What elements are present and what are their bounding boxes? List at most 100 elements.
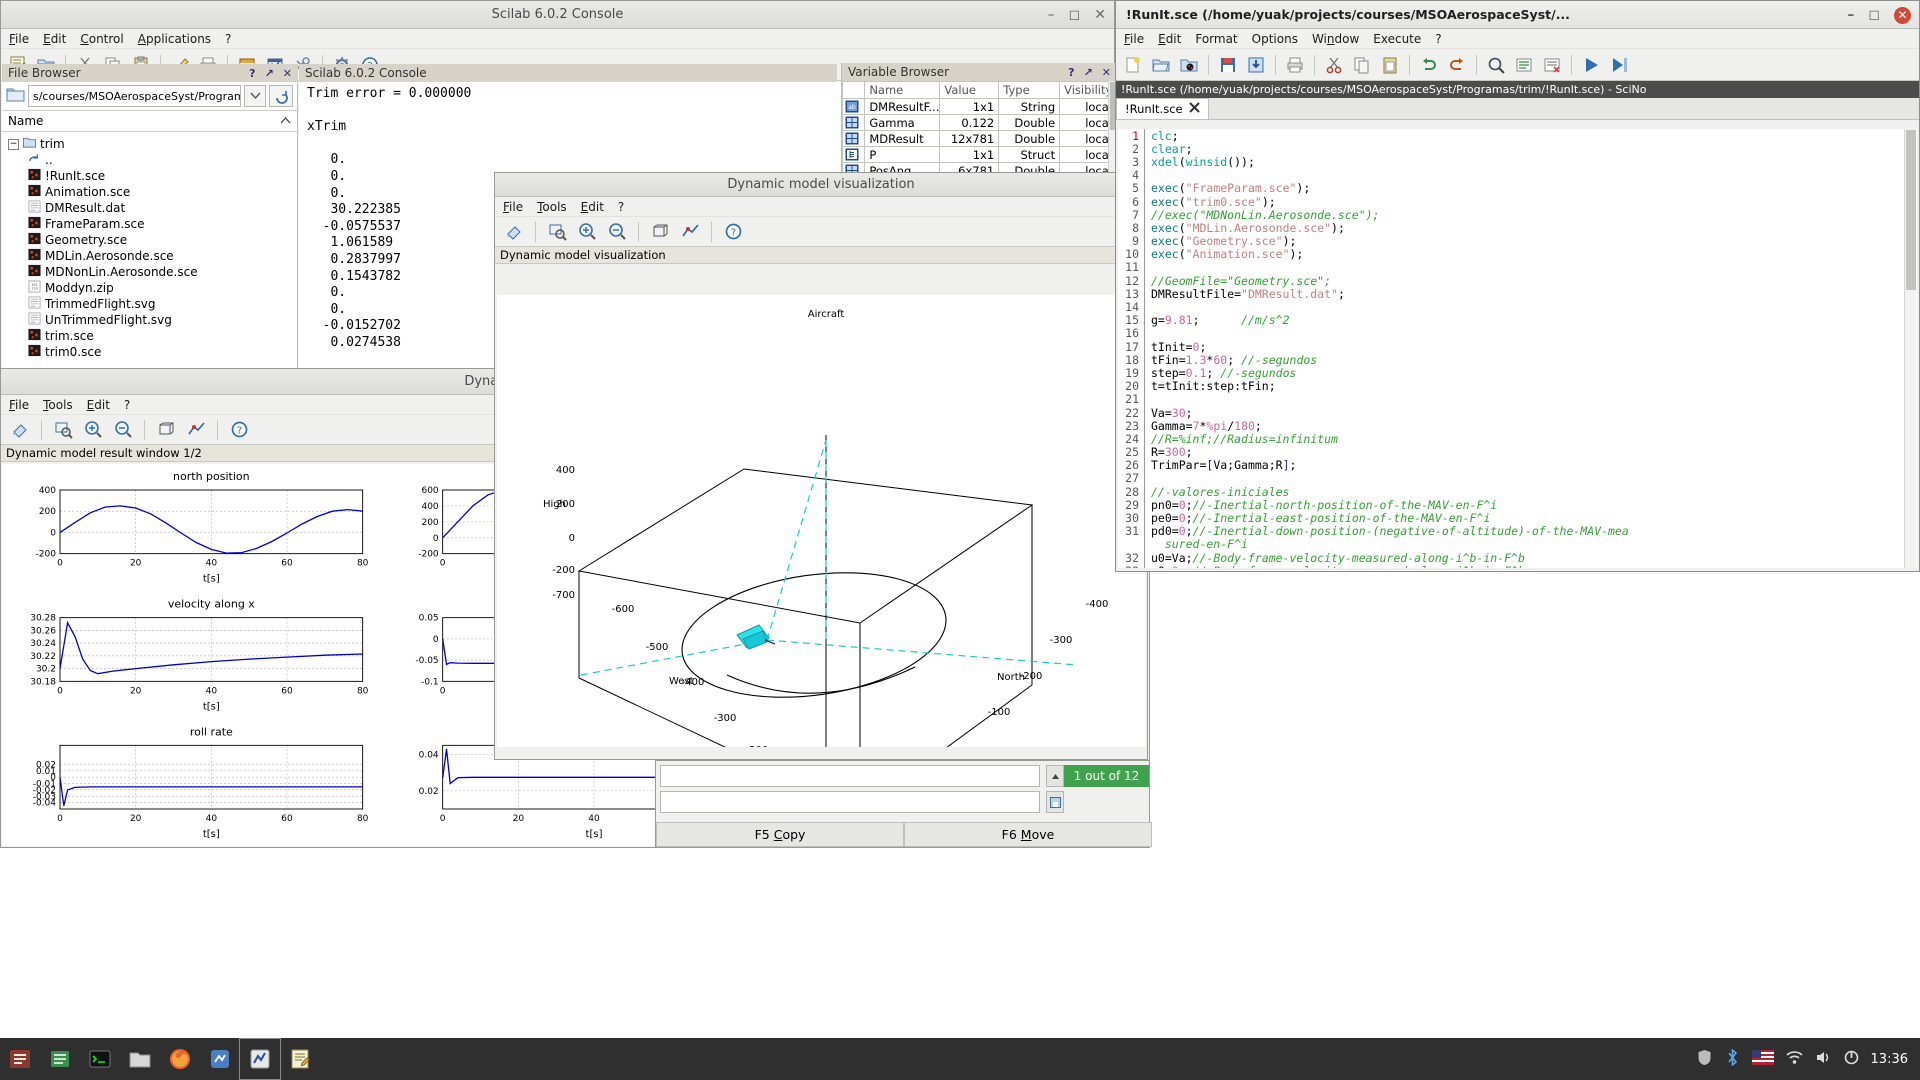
code-line[interactable]: 7 //exec("MDNonLin.Aerosonde.sce"); bbox=[1118, 208, 1917, 222]
taskbar[interactable]: 13:36 bbox=[0, 1038, 1920, 1080]
file-tree-item[interactable]: MDLin.Aerosonde.sce bbox=[28, 248, 297, 264]
menu-edit[interactable]: Edit bbox=[1158, 32, 1181, 46]
menu-icon[interactable] bbox=[0, 1039, 40, 1079]
menu-execute[interactable]: Execute bbox=[1373, 32, 1421, 46]
code-line[interactable]: 12 //GeomFile="Geometry.sce"; bbox=[1118, 274, 1917, 288]
console-titlebar[interactable]: Scilab 6.0.2 Console – ◻ ✕ bbox=[1, 1, 1114, 29]
scinotes-code-editor[interactable]: 1 clc; 2 clear; 3 xdel(winsid()); 4 5 exec("Fram… bbox=[1118, 129, 1917, 568]
viz-plot-canvas[interactable]: Aircraft 400 200 0 -200 -700 High -600 -… bbox=[497, 295, 1145, 838]
code-line[interactable]: 3 xdel(winsid()); bbox=[1118, 155, 1917, 169]
scinotes-icon[interactable] bbox=[280, 1039, 320, 1079]
menu-window[interactable]: Window bbox=[1312, 32, 1359, 46]
refresh-button[interactable] bbox=[269, 85, 293, 107]
chart-3[interactable]: velocity along x 0 20 40 60 80 30.18 30.2 30.22 3… bbox=[30, 598, 368, 713]
undo-icon[interactable] bbox=[1416, 52, 1442, 78]
menu-options[interactable]: Options bbox=[1252, 32, 1298, 46]
scinotes-tabstrip[interactable]: !RunIt.sce bbox=[1116, 98, 1919, 120]
menu-help[interactable]: ? bbox=[618, 200, 624, 214]
code-line[interactable]: 22 Va=30; bbox=[1118, 406, 1917, 420]
code-line[interactable]: 23 Gamma=7*%pi/180; bbox=[1118, 419, 1917, 433]
tree-collapse-toggle[interactable]: − bbox=[8, 138, 19, 150]
menu-file[interactable]: File bbox=[9, 398, 29, 412]
code-line[interactable]: 24 //R=%inf;//Radius=infinitum bbox=[1118, 432, 1917, 446]
scinotes-close-button[interactable]: ✕ bbox=[1894, 6, 1911, 24]
file-browser-help-button[interactable]: ? bbox=[249, 67, 255, 80]
file-tree-item[interactable]: DMResult.dat bbox=[28, 200, 297, 216]
scinotes-scrollbar[interactable] bbox=[1904, 129, 1916, 568]
code-line[interactable]: 32 u0=Va;//-Body-frame-velocity-measured-… bbox=[1118, 551, 1917, 565]
chart-6[interactable]: roll rate0 20 40 60 80-0.04-0.03-0.02-0.0100… bbox=[33, 725, 369, 840]
variable-table-row[interactable]: Gamma 0.122 Double local bbox=[842, 114, 1117, 131]
file-browser-panel[interactable]: s/courses/MSOAerospaceSyst/Programas/tri… bbox=[2, 82, 298, 378]
zoom-in-icon[interactable] bbox=[574, 219, 600, 245]
file-tree-item[interactable]: Geometry.sce bbox=[28, 232, 297, 248]
power-icon[interactable] bbox=[1844, 1050, 1859, 1069]
app-icon[interactable] bbox=[200, 1039, 240, 1079]
viz-titlebar[interactable]: Dynamic model visualization – bbox=[495, 173, 1147, 197]
save-icon[interactable] bbox=[1215, 52, 1241, 78]
close-tab-icon[interactable] bbox=[1188, 102, 1200, 116]
network-icon[interactable] bbox=[1785, 1050, 1803, 1069]
files-icon[interactable] bbox=[40, 1039, 80, 1079]
scinotes-toolbar[interactable] bbox=[1116, 49, 1919, 81]
menu-help[interactable]: ? bbox=[124, 398, 130, 412]
file-tree-item[interactable]: trim0.sce bbox=[28, 344, 297, 360]
file-tree-item[interactable]: Animation.sce bbox=[28, 184, 297, 200]
system-tray[interactable]: 13:36 bbox=[1696, 1047, 1920, 1070]
file-tree[interactable]: − trim .. !RunIt.sce Animation.sce DMResult… bbox=[2, 132, 297, 360]
code-line[interactable]: 31 pd0=0;//-Inertial-down-position-(negat… bbox=[1118, 524, 1917, 538]
variable-table[interactable]: Name Value Type Visibility ab DMResultF... 1x… bbox=[842, 81, 1117, 179]
file-browser-undock-button[interactable]: ↗ bbox=[265, 67, 274, 80]
help-icon[interactable]: ? bbox=[720, 219, 746, 245]
file-browser-column-header[interactable]: Name bbox=[2, 110, 297, 132]
file-tree-item[interactable]: MDNonLin.Aerosonde.sce bbox=[28, 264, 297, 280]
tab-runit-sce[interactable]: !RunIt.sce bbox=[1116, 98, 1209, 119]
code-line[interactable]: 2 clear; bbox=[1118, 142, 1917, 156]
dialog-save-icon[interactable] bbox=[1046, 791, 1064, 813]
console-menubar[interactable]: File Edit Control Applications ? bbox=[1, 29, 1114, 49]
scinotes-maximize-button[interactable]: ◻ bbox=[1868, 7, 1880, 23]
scinotes-minimize-button[interactable]: – bbox=[1847, 7, 1854, 23]
cut-icon[interactable] bbox=[1321, 52, 1347, 78]
code-line[interactable]: 27 bbox=[1118, 471, 1917, 485]
dialog-scroll-up-button[interactable] bbox=[1046, 765, 1064, 787]
sort-chevron-icon[interactable] bbox=[280, 114, 291, 128]
uncomment-icon[interactable] bbox=[1539, 52, 1565, 78]
execute-file-icon[interactable] bbox=[1606, 52, 1632, 78]
new-file-icon[interactable] bbox=[1120, 52, 1146, 78]
code-line[interactable]: 16 bbox=[1118, 326, 1917, 340]
3d-rotation-icon[interactable] bbox=[153, 417, 179, 443]
bluetooth-icon[interactable] bbox=[1725, 1047, 1740, 1070]
variable-table-row[interactable]: P 1x1 Struct local bbox=[842, 146, 1117, 163]
open-scilab-file-icon[interactable] bbox=[1176, 52, 1202, 78]
new-figure-icon[interactable] bbox=[501, 219, 527, 245]
file-browser-close-button[interactable]: ✕ bbox=[283, 67, 292, 80]
menu-control[interactable]: Control bbox=[80, 32, 123, 46]
open-file-icon[interactable] bbox=[1148, 52, 1174, 78]
help-icon[interactable]: ? bbox=[226, 417, 252, 443]
path-dropdown-button[interactable] bbox=[244, 85, 266, 107]
file-tree-item[interactable]: TrimmedFlight.svg bbox=[28, 296, 297, 312]
file-tree-item[interactable]: trim.sce bbox=[28, 328, 297, 344]
f6-move-button[interactable]: F6 Move bbox=[904, 822, 1152, 847]
variable-column-header[interactable]: Name bbox=[864, 81, 941, 99]
minimize-button[interactable]: – bbox=[1048, 7, 1055, 23]
flag-icon[interactable] bbox=[1751, 1049, 1774, 1069]
code-line[interactable]: 18 tFin=1.3*60; //-segundos bbox=[1118, 353, 1917, 367]
menu-tools[interactable]: Tools bbox=[43, 398, 73, 412]
volume-icon[interactable] bbox=[1815, 1050, 1832, 1069]
zoom-out-icon[interactable] bbox=[110, 417, 136, 443]
new-figure-icon[interactable] bbox=[7, 417, 33, 443]
maximize-button[interactable]: ◻ bbox=[1069, 7, 1081, 23]
menu-format[interactable]: Format bbox=[1195, 32, 1237, 46]
code-line[interactable]: 20 t=tInit:step:tFin; bbox=[1118, 379, 1917, 393]
close-button[interactable]: ✕ bbox=[1094, 7, 1106, 23]
code-line[interactable]: 26 TrimPar=[Va;Gamma;R]; bbox=[1118, 458, 1917, 472]
scinotes-window[interactable]: !RunIt.sce (/home/yuak/projects/courses/… bbox=[1115, 0, 1920, 572]
code-line[interactable]: 33 v0=0; //-Body-frame-velocity-measured-… bbox=[1118, 564, 1917, 568]
menu-file[interactable]: File bbox=[9, 32, 29, 46]
variable-column-header[interactable] bbox=[842, 81, 866, 99]
file-tree-item[interactable]: .. bbox=[28, 152, 297, 168]
file-tree-children[interactable]: .. !RunIt.sce Animation.sce DMResult.dat Fra… bbox=[8, 152, 297, 360]
zoom-area-icon[interactable] bbox=[544, 219, 570, 245]
